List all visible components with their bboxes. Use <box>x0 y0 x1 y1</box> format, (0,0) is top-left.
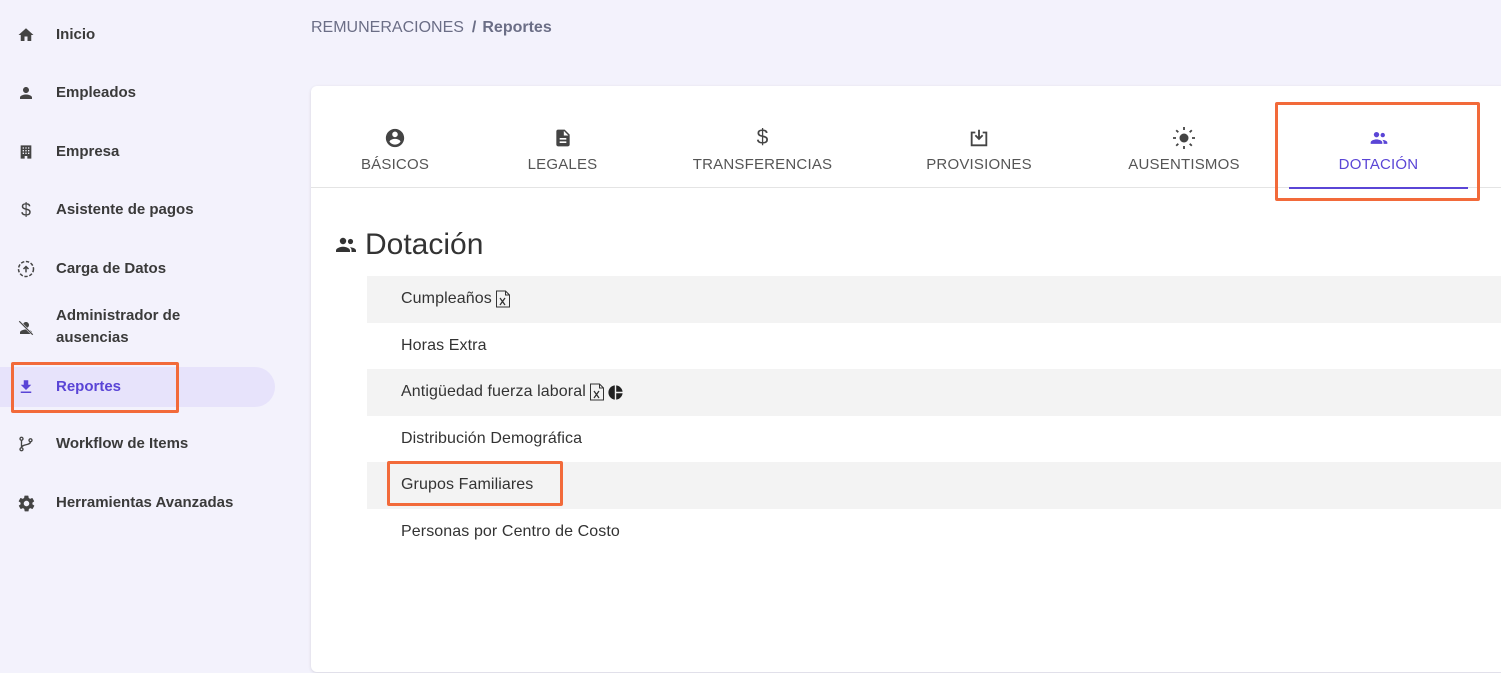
upload-circle-icon <box>15 258 37 280</box>
excel-icon[interactable] <box>495 290 511 308</box>
tab-dotacion[interactable]: DOTACIÓN <box>1289 86 1468 189</box>
tab-label: TRANSFERENCIAS <box>692 156 833 173</box>
account-circle-icon <box>384 126 406 150</box>
sidebar-item-inicio[interactable]: Inicio <box>0 24 275 46</box>
report-label[interactable]: Antigüedad fuerza laboral <box>401 383 586 401</box>
download-icon <box>15 376 37 398</box>
sidebar-item-empleados[interactable]: Empleados <box>0 82 275 104</box>
people-icon <box>1368 126 1390 150</box>
report-item-horas-extra[interactable]: Horas Extra <box>367 323 1501 370</box>
sidebar-item-label: Administrador de ausencias <box>56 307 181 346</box>
active-tab-indicator <box>1289 187 1468 189</box>
download-box-icon <box>967 126 991 150</box>
sidebar-item-label: Herramientas Avanzadas <box>56 494 234 511</box>
sidebar-item-label: Reportes <box>56 378 122 395</box>
tab-label: BÁSICOS <box>360 156 430 173</box>
tab-label: DOTACIÓN <box>1338 156 1419 173</box>
sidebar-item-label: Workflow de Items <box>56 435 189 452</box>
dollar-icon: $ <box>20 199 31 220</box>
sidebar-item-carga-de-datos[interactable]: Carga de Datos <box>0 258 275 280</box>
report-list: Cumpleaños Horas Extra Antigüedad fuerza… <box>367 276 1501 555</box>
dollar-icon: $ <box>756 126 769 149</box>
section-title-text: Dotación <box>365 228 484 261</box>
tab-provisiones[interactable]: PROVISIONES <box>879 86 1079 188</box>
sidebar-item-label: Empresa <box>56 143 120 160</box>
report-item-distribucion-demografica[interactable]: Distribución Demográfica <box>367 416 1501 463</box>
breadcrumb-current: Reportes <box>482 19 552 36</box>
home-icon <box>15 24 37 46</box>
gear-icon <box>15 492 37 514</box>
document-icon <box>553 126 573 150</box>
report-label[interactable]: Horas Extra <box>401 337 487 355</box>
sidebar-item-empresa[interactable]: Empresa <box>0 141 275 163</box>
tab-ausentismos[interactable]: AUSENTISMOS <box>1079 86 1289 188</box>
tab-legales[interactable]: LEGALES <box>479 86 646 188</box>
sidebar-item-asistente-de-pagos[interactable]: $ Asistente de pagos <box>0 199 275 221</box>
report-label[interactable]: Grupos Familiares <box>401 476 533 494</box>
reports-card: BÁSICOS LEGALES $ TRANSFERENCIAS PROVISI… <box>311 86 1501 672</box>
report-label[interactable]: Cumpleaños <box>401 290 492 308</box>
report-item-cumpleanos[interactable]: Cumpleaños <box>367 276 1501 323</box>
tab-label: PROVISIONES <box>926 156 1032 173</box>
building-icon <box>15 141 37 163</box>
report-label[interactable]: Personas por Centro de Costo <box>401 523 620 541</box>
sun-icon <box>1172 126 1196 150</box>
branch-icon <box>15 433 37 455</box>
sidebar: Inicio Empleados Empresa $ Asistente de … <box>0 0 290 673</box>
person-icon <box>15 82 37 104</box>
report-tabs: BÁSICOS LEGALES $ TRANSFERENCIAS PROVISI… <box>311 86 1501 189</box>
tab-label: AUSENTISMOS <box>1128 156 1240 173</box>
report-item-grupos-familiares[interactable]: Grupos Familiares <box>367 462 1501 509</box>
report-label[interactable]: Distribución Demográfica <box>401 430 582 448</box>
tab-label: LEGALES <box>527 156 598 173</box>
person-off-icon <box>15 317 37 339</box>
sidebar-item-label: Empleados <box>56 84 137 101</box>
sidebar-item-administrador-de-ausencias[interactable]: Administrador de ausencias <box>0 305 275 351</box>
tab-basicos[interactable]: BÁSICOS <box>311 86 479 188</box>
excel-icon[interactable] <box>589 383 605 401</box>
sidebar-item-herramientas-avanzadas[interactable]: Herramientas Avanzadas <box>0 492 275 514</box>
breadcrumb: REMUNERACIONES / Reportes <box>311 19 552 37</box>
report-item-personas-por-centro-de-costo[interactable]: Personas por Centro de Costo <box>367 509 1501 556</box>
sidebar-item-label: Asistente de pagos <box>56 201 194 218</box>
sidebar-item-reportes[interactable]: Reportes <box>0 367 275 407</box>
sidebar-item-label: Carga de Datos <box>56 260 167 277</box>
section-title: Dotación <box>333 228 483 262</box>
sidebar-item-label: Inicio <box>56 26 96 43</box>
pie-chart-icon[interactable] <box>607 384 624 401</box>
breadcrumb-separator: / <box>471 19 477 36</box>
breadcrumb-parent[interactable]: REMUNERACIONES <box>311 19 464 36</box>
tab-transferencias[interactable]: $ TRANSFERENCIAS <box>646 86 879 188</box>
report-item-antiguedad-fuerza-laboral[interactable]: Antigüedad fuerza laboral <box>367 369 1501 416</box>
people-icon <box>333 233 359 257</box>
sidebar-item-workflow-de-items[interactable]: Workflow de Items <box>0 433 275 455</box>
